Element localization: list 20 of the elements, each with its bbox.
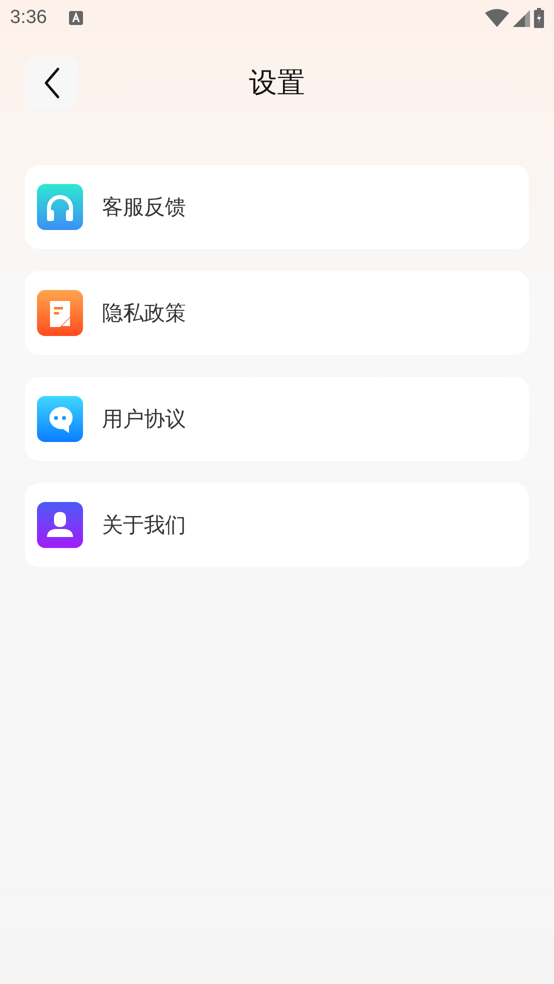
settings-item[interactable]: 用户协议 [25,377,529,461]
back-button[interactable] [25,56,78,110]
signal-icon [513,10,530,26]
person-icon [37,502,83,548]
item-label: 客服反馈 [102,194,186,221]
settings-item[interactable]: 客服反馈 [25,165,529,249]
item-label: 用户协议 [102,406,186,433]
wifi-icon [485,9,509,27]
chat-bubble-icon [37,396,83,442]
item-label: 关于我们 [102,512,186,539]
item-label: 隐私政策 [102,300,186,327]
settings-item[interactable]: 隐私政策 [25,271,529,355]
notification-icon [68,11,83,25]
document-icon [37,290,83,336]
back-icon [44,67,60,99]
page-title: 设置 [249,65,305,101]
headphones-icon [37,184,83,230]
battery-icon [534,8,544,28]
status-time: 3:36 [10,7,47,29]
settings-item[interactable]: 关于我们 [25,483,529,567]
